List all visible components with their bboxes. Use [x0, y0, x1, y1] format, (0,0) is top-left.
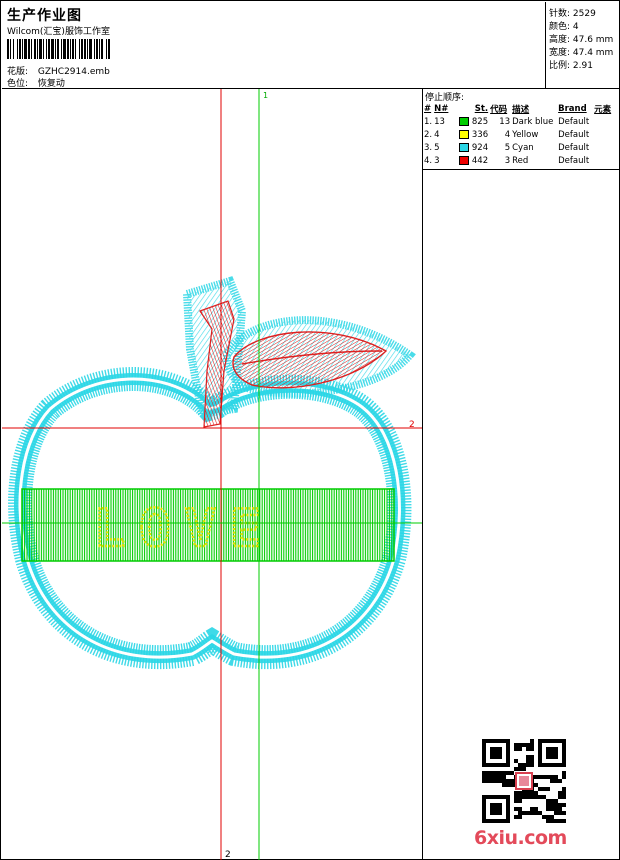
design-stats: 针数: 2529 颜色: 4 高度: 47.6 mm 宽度: 47.4 mm 比…	[546, 2, 620, 89]
barcode	[7, 39, 110, 59]
row-description: Dark blue	[512, 116, 554, 127]
row-element	[593, 141, 620, 154]
color-swatch	[458, 155, 469, 165]
row-color-swatch: 442	[455, 154, 489, 167]
row-code: 4	[504, 129, 511, 140]
row-code: 13	[499, 116, 511, 127]
green-guide-label: 1	[263, 91, 268, 100]
col-brand: Brand	[558, 103, 587, 114]
embroidery-canvas: LOVE 1 2 2	[2, 89, 422, 860]
row-needle: 3	[434, 155, 440, 166]
row-needle: 4	[434, 129, 440, 140]
col-element: 元素	[594, 104, 612, 115]
row-brand: Default	[558, 116, 590, 127]
row-stitches: 336	[471, 129, 489, 140]
row-stitches: 825	[471, 116, 489, 127]
row-brand: Default	[558, 155, 590, 166]
red-v-guide-label: 2	[225, 850, 231, 860]
table-row: 3. 5 924 5 Cyan Default	[423, 141, 620, 154]
col-needle: N#	[434, 103, 449, 114]
production-sheet: 生产作业图 Wilcom(汇宝)服饰工作室 花版: GZHC2914.emb 色…	[0, 0, 620, 860]
table-header-row: # N# St. 代码 描述 Brand 元素	[423, 102, 620, 115]
row-brand: Default	[558, 129, 590, 140]
color-swatch	[458, 142, 469, 152]
row-index: 2.	[424, 129, 433, 140]
love-letters: LOVE	[93, 498, 275, 561]
stitch-count: 针数: 2529	[549, 9, 596, 19]
row-brand: Default	[558, 142, 590, 153]
row-color-swatch: 336	[455, 128, 489, 141]
table-row: 2. 4 336 4 Yellow Default	[423, 128, 620, 141]
col-index: #	[424, 103, 432, 114]
row-code: 3	[504, 155, 511, 166]
row-code: 5	[504, 142, 511, 153]
row-needle: 5	[434, 142, 440, 153]
row-needle: 13	[434, 116, 445, 127]
col-stitches: St.	[474, 103, 489, 114]
panel-divider	[423, 169, 620, 170]
watermark: 6xiu.com	[474, 827, 567, 849]
color-swatch	[458, 129, 469, 139]
color-swatch	[458, 116, 469, 126]
design-height: 高度: 47.6 mm	[549, 35, 614, 45]
stop-sequence-table: # N# St. 代码 描述 Brand 元素 1. 13 825 13 Dark bl…	[423, 102, 620, 167]
row-description: Red	[512, 155, 529, 166]
colorway-label: 色位:	[7, 79, 29, 89]
row-index: 4.	[424, 155, 433, 166]
table-row: 4. 3 442 3 Red Default	[423, 154, 620, 167]
qr-code	[482, 739, 566, 823]
row-element	[593, 128, 620, 141]
colorway-line: 色位: 恢复动	[7, 76, 65, 89]
company-name: Wilcom(汇宝)服饰工作室	[7, 27, 110, 37]
row-index: 3.	[424, 142, 433, 153]
col-description: 描述	[512, 104, 530, 115]
row-color-swatch: 825	[455, 115, 489, 128]
design-preview: LOVE 1 2 2	[2, 89, 423, 860]
row-element	[593, 154, 620, 167]
header-info: 生产作业图 Wilcom(汇宝)服饰工作室 花版: GZHC2914.emb 色…	[2, 2, 546, 89]
sheet-title: 生产作业图	[7, 8, 82, 24]
row-description: Yellow	[512, 129, 539, 140]
row-element	[593, 115, 620, 128]
row-stitches: 924	[471, 142, 489, 153]
col-code: 代码	[490, 104, 508, 115]
row-color-swatch: 924	[455, 141, 489, 154]
design-width: 宽度: 47.4 mm	[549, 48, 614, 58]
colorway-value: 恢复动	[37, 79, 65, 89]
table-row: 1. 13 825 13 Dark blue Default	[423, 115, 620, 128]
red-h-guide-label: 2	[409, 420, 415, 430]
love-text: LOVE	[94, 499, 275, 559]
color-count: 颜色: 4	[549, 22, 579, 32]
row-index: 1.	[424, 116, 433, 127]
row-stitches: 442	[471, 155, 489, 166]
design-scale: 比例: 2.91	[549, 61, 593, 71]
row-description: Cyan	[512, 142, 534, 153]
